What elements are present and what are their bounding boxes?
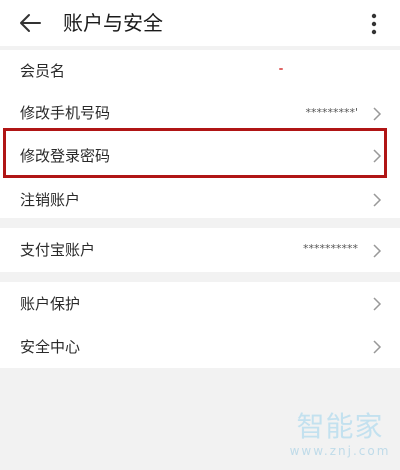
alipay-account-row[interactable]: 支付宝账户 ********** (0, 228, 400, 272)
row-label: 修改手机号码 (20, 104, 111, 122)
row-label: 安全中心 (20, 338, 81, 356)
highlight-box (3, 128, 387, 178)
row-label: 注销账户 (20, 191, 81, 209)
security-group: 账户保护 安全中心 (0, 282, 400, 368)
row-label: 支付宝账户 (20, 241, 96, 259)
watermark-url: www.znj.com (289, 444, 391, 458)
row-label: 会员名 (20, 62, 66, 80)
watermark: 智能家 www.znj.com (288, 410, 392, 462)
account-protection-row[interactable]: 账户保护 (0, 282, 400, 325)
status-dot (279, 68, 283, 70)
chevron-right-icon (373, 193, 382, 207)
chevron-right-icon (373, 244, 382, 258)
close-account-row[interactable]: 注销账户 (0, 176, 400, 218)
arrow-left-icon[interactable] (16, 10, 44, 36)
more-vertical-icon[interactable] (364, 12, 384, 36)
security-center-row[interactable]: 安全中心 (0, 325, 400, 368)
chevron-right-icon (373, 297, 382, 311)
chevron-right-icon (373, 107, 382, 121)
app-header: 账户与安全 (0, 0, 400, 46)
watermark-logo: 智能家 (296, 410, 384, 443)
masked-phone-value: *********' (305, 106, 358, 119)
alipay-group: 支付宝账户 ********** (0, 228, 400, 272)
member-name-row[interactable]: 会员名 (0, 50, 400, 92)
row-label: 账户保护 (20, 295, 81, 313)
masked-alipay-value: ********** (303, 242, 358, 255)
chevron-right-icon (373, 340, 382, 354)
page-title: 账户与安全 (63, 11, 163, 35)
